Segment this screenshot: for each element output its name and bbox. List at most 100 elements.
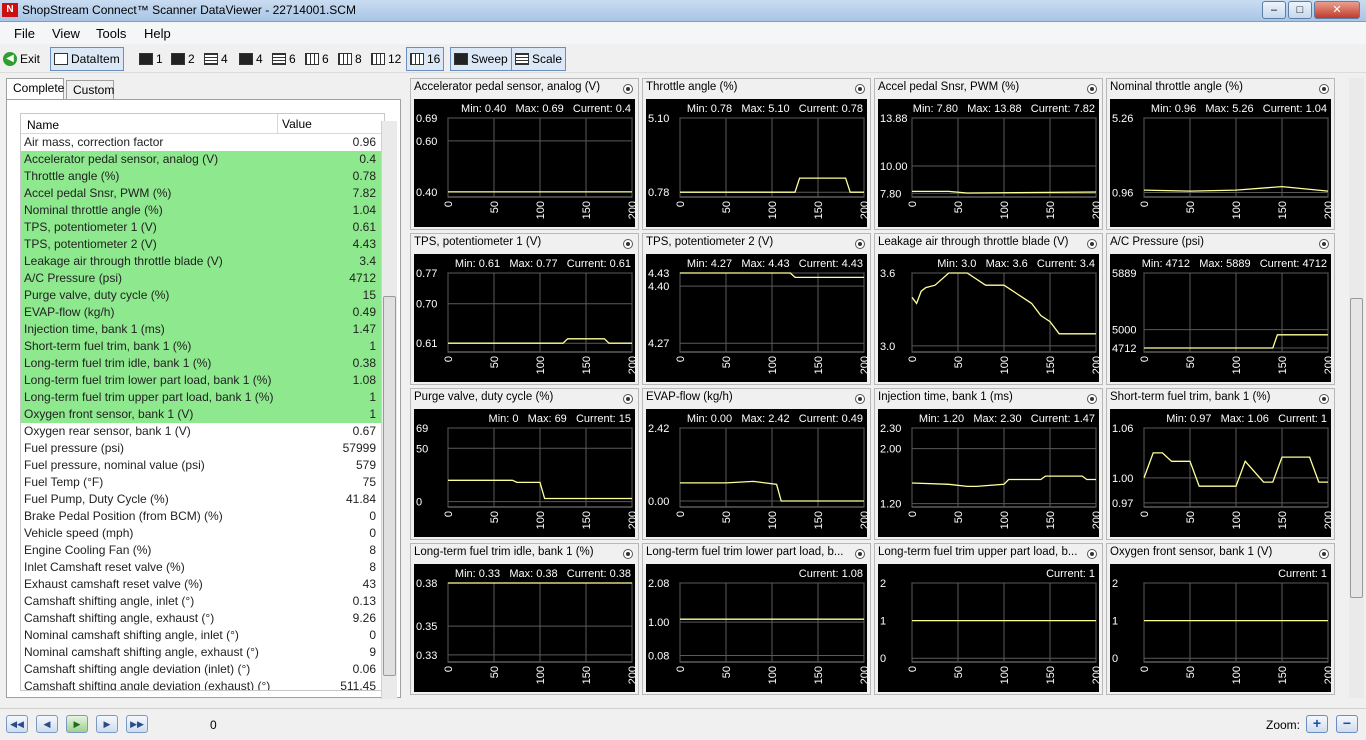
graph-select-radio-icon[interactable] (855, 549, 865, 559)
list-item[interactable]: Injection time, bank 1 (ms) 1.47 (21, 321, 384, 338)
graph-select-radio-icon[interactable] (623, 394, 633, 404)
list-item[interactable]: Accelerator pedal sensor, analog (V) 0.4 (21, 151, 384, 168)
list-item[interactable]: Throttle angle (%) 0.78 (21, 168, 384, 185)
graph-panel[interactable]: Injection time, bank 1 (ms) 0 50 100 150 200 2… (874, 388, 1103, 540)
list-item[interactable]: Camshaft shifting angle deviation (exhau… (21, 678, 384, 690)
graph-select-radio-icon[interactable] (623, 549, 633, 559)
list-item[interactable]: TPS, potentiometer 1 (V) 0.61 (21, 219, 384, 236)
zoom-in-button[interactable]: + (1306, 715, 1328, 733)
list-item[interactable]: Oxygen rear sensor, bank 1 (V) 0.67 (21, 423, 384, 440)
graph-select-radio-icon[interactable] (855, 239, 865, 249)
graph-panel[interactable]: A/C Pressure (psi) 0 50 100 150 200 5889 5000 47… (1106, 233, 1335, 385)
layout-12-button[interactable]: 12 (368, 47, 404, 71)
list-item[interactable]: Fuel Temp (°F) 75 (21, 474, 384, 491)
menu-file[interactable]: File (14, 26, 35, 41)
list-item[interactable]: Leakage air through throttle blade (V) 3.… (21, 253, 384, 270)
list-item[interactable]: Fuel pressure (psi) 57999 (21, 440, 384, 457)
list-item[interactable]: Vehicle speed (mph) 0 (21, 525, 384, 542)
graph-panel[interactable]: Throttle angle (%) 0 50 100 150 200 5.10 0.78 Mi… (642, 78, 871, 230)
layout-4-grid-button[interactable]: 4 (236, 47, 266, 71)
list-item[interactable]: Nominal throttle angle (%) 1.04 (21, 202, 384, 219)
list-item[interactable]: EVAP-flow (kg/h) 0.49 (21, 304, 384, 321)
list-item[interactable]: Camshaft shifting angle, inlet (°) 0.13 (21, 593, 384, 610)
minimize-icon[interactable]: – (1262, 1, 1286, 19)
graph-select-radio-icon[interactable] (623, 84, 633, 94)
list-item[interactable]: Exhaust camshaft reset valve (%) 43 (21, 576, 384, 593)
menu-help[interactable]: Help (144, 26, 171, 41)
column-value-header[interactable]: Value (277, 114, 312, 134)
tab-custom[interactable]: Custom (66, 80, 114, 100)
list-item[interactable]: A/C Pressure (psi) 4712 (21, 270, 384, 287)
graph-panel[interactable]: Nominal throttle angle (%) 0 50 100 150 200 5.… (1106, 78, 1335, 230)
first-frame-button[interactable]: ◀◀ (6, 715, 28, 733)
layout-6-grid-button[interactable]: 6 (302, 47, 332, 71)
list-item[interactable]: Long-term fuel trim upper part load, ban… (21, 389, 384, 406)
graph-panel[interactable]: Leakage air through throttle blade (V) 0 5… (874, 233, 1103, 385)
graph-panel[interactable]: Oxygen front sensor, bank 1 (V) 0 50 100 150… (1106, 543, 1335, 695)
list-item[interactable]: Purge valve, duty cycle (%) 15 (21, 287, 384, 304)
graph-panel[interactable]: Accel pedal Snsr, PWM (%) 0 50 100 150 200 13.… (874, 78, 1103, 230)
maximize-icon[interactable]: □ (1288, 1, 1312, 19)
graph-select-radio-icon[interactable] (1087, 394, 1097, 404)
list-item[interactable]: Air mass, correction factor 0.96 (21, 134, 384, 151)
list-item[interactable]: Accel pedal Snsr, PWM (%) 7.82 (21, 185, 384, 202)
layout-4-rows-button[interactable]: 4 (201, 47, 231, 71)
graph-panel[interactable]: Long-term fuel trim lower part load, b..… (642, 543, 871, 695)
scale-button[interactable]: Scale (511, 47, 567, 71)
list-scrollbar-thumb[interactable] (383, 296, 396, 676)
graph-select-radio-icon[interactable] (1087, 549, 1097, 559)
list-item[interactable]: Long-term fuel trim lower part load, ban… (21, 372, 384, 389)
layout-16-button[interactable]: 16 (406, 47, 445, 71)
graph-select-radio-icon[interactable] (855, 394, 865, 404)
graph-panel[interactable]: TPS, potentiometer 1 (V) 0 50 100 150 200 0.77… (410, 233, 639, 385)
list-item[interactable]: TPS, potentiometer 2 (V) 4.43 (21, 236, 384, 253)
list-item[interactable]: Long-term fuel trim idle, bank 1 (%) 0.38 (21, 355, 384, 372)
graph-panel[interactable]: Accelerator pedal sensor, analog (V) 0 50 1… (410, 78, 639, 230)
list-item[interactable]: Fuel Pump, Duty Cycle (%) 41.84 (21, 491, 384, 508)
list-item[interactable]: Engine Cooling Fan (%) 8 (21, 542, 384, 559)
graph-select-radio-icon[interactable] (1319, 549, 1329, 559)
list-item[interactable]: Nominal camshaft shifting angle, inlet (… (21, 627, 384, 644)
graph-panel[interactable]: EVAP-flow (kg/h) 0 50 100 150 200 2.42 0.00 Min:… (642, 388, 871, 540)
dataitem-button[interactable]: DataItem (50, 47, 124, 71)
graph-select-radio-icon[interactable] (1319, 394, 1329, 404)
list-scrollbar[interactable] (381, 121, 397, 699)
graph-panel[interactable]: Long-term fuel trim idle, bank 1 (%) 0 50 1… (410, 543, 639, 695)
graph-panel[interactable]: TPS, potentiometer 2 (V) 0 50 100 150 200 4.43… (642, 233, 871, 385)
sweep-button[interactable]: Sweep (450, 47, 512, 71)
play-button[interactable]: ▶ (66, 715, 88, 733)
menu-view[interactable]: View (52, 26, 80, 41)
graph-scrollbar-thumb[interactable] (1350, 298, 1363, 598)
layout-2-button[interactable]: 2 (168, 47, 198, 71)
graph-panel[interactable]: Long-term fuel trim upper part load, b..… (874, 543, 1103, 695)
graph-panel[interactable]: Short-term fuel trim, bank 1 (%) 0 50 100 15… (1106, 388, 1335, 540)
menu-tools[interactable]: Tools (96, 26, 126, 41)
graph-select-radio-icon[interactable] (1087, 84, 1097, 94)
zoom-out-button[interactable]: − (1336, 715, 1358, 733)
graph-select-radio-icon[interactable] (623, 239, 633, 249)
column-name-header[interactable]: Name (27, 118, 59, 132)
next-frame-button[interactable]: ▶ (96, 715, 118, 733)
close-icon[interactable]: ✕ (1314, 1, 1360, 19)
previous-frame-button[interactable]: ◀ (36, 715, 58, 733)
list-item[interactable]: Camshaft shifting angle deviation (inlet… (21, 661, 384, 678)
last-frame-button[interactable]: ▶▶ (126, 715, 148, 733)
graph-select-radio-icon[interactable] (855, 84, 865, 94)
list-item[interactable]: Camshaft shifting angle, exhaust (°) 9.26 (21, 610, 384, 627)
exit-button[interactable]: ◀ Exit (0, 47, 43, 71)
list-item[interactable]: Inlet Camshaft reset valve (%) 8 (21, 559, 384, 576)
list-item[interactable]: Fuel pressure, nominal value (psi) 579 (21, 457, 384, 474)
layout-8-button[interactable]: 8 (335, 47, 365, 71)
graph-scrollbar[interactable] (1349, 78, 1364, 698)
list-item[interactable]: Short-term fuel trim, bank 1 (%) 1 (21, 338, 384, 355)
graph-select-radio-icon[interactable] (1087, 239, 1097, 249)
graph-select-radio-icon[interactable] (1319, 84, 1329, 94)
graph-panel[interactable]: Purge valve, duty cycle (%) 0 50 100 150 200 6… (410, 388, 639, 540)
layout-6-rows-button[interactable]: 6 (269, 47, 299, 71)
list-item[interactable]: Brake Pedal Position (from BCM) (%) 0 (21, 508, 384, 525)
layout-1-button[interactable]: 1 (136, 47, 166, 71)
list-item[interactable]: Nominal camshaft shifting angle, exhaust… (21, 644, 384, 661)
graph-select-radio-icon[interactable] (1319, 239, 1329, 249)
tab-complete[interactable]: Complete (6, 78, 64, 100)
list-item[interactable]: Oxygen front sensor, bank 1 (V) 1 (21, 406, 384, 423)
